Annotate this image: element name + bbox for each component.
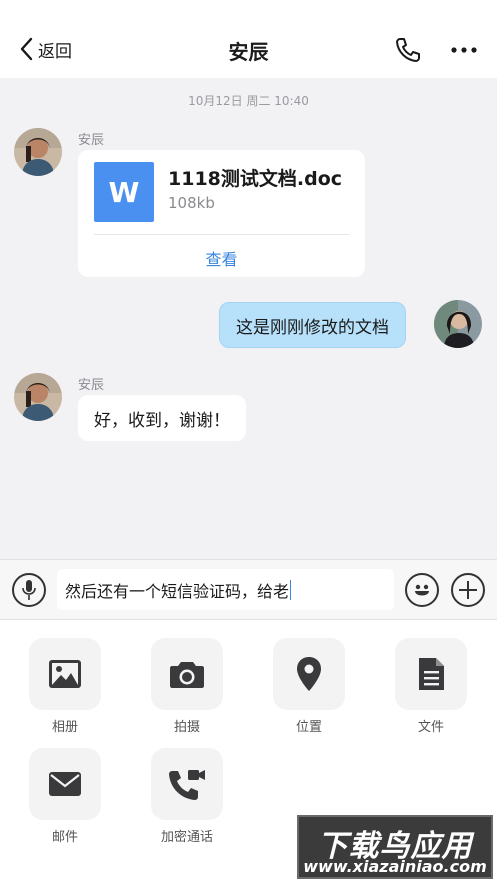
action-album[interactable]: 相册 bbox=[20, 638, 110, 735]
microphone-icon bbox=[22, 580, 36, 600]
my-avatar[interactable] bbox=[434, 300, 482, 348]
mail-icon bbox=[49, 772, 81, 796]
action-camera[interactable]: 拍摄 bbox=[142, 638, 232, 735]
action-tile bbox=[151, 638, 223, 710]
plus-icon bbox=[459, 581, 477, 599]
avatar-image bbox=[14, 128, 62, 176]
message-input[interactable]: 然后还有一个短信验证码，给老 bbox=[57, 569, 394, 610]
outgoing-message-bubble[interactable]: 这是刚刚修改的文档 bbox=[219, 302, 406, 348]
watermark-url: www.xiazainiao.com bbox=[303, 857, 487, 876]
more-actions-button[interactable] bbox=[451, 573, 485, 607]
avatar[interactable] bbox=[14, 373, 62, 421]
file-size: 108kb bbox=[168, 194, 215, 212]
action-tile bbox=[151, 748, 223, 820]
file-message-card[interactable]: W 1118测试文档.doc 108kb 查看 bbox=[78, 150, 365, 277]
nav-header: 返回 安辰 bbox=[0, 0, 497, 78]
chat-area[interactable]: 10月12日 周二 10:40 安辰 W 1118测试文档.doc 108kb … bbox=[0, 78, 497, 559]
avatar-image bbox=[14, 373, 62, 421]
camera-icon bbox=[170, 662, 204, 688]
action-label: 位置 bbox=[295, 720, 322, 735]
action-label: 文件 bbox=[417, 720, 444, 735]
phone-icon[interactable] bbox=[394, 36, 422, 64]
image-icon bbox=[49, 660, 81, 688]
divider bbox=[94, 234, 349, 235]
message-input-value: 然后还有一个短信验证码，给老 bbox=[65, 581, 290, 601]
action-mail[interactable]: 邮件 bbox=[20, 748, 110, 845]
message-text: 好，收到，谢谢！ bbox=[94, 410, 230, 431]
timestamp: 10月12日 周二 10:40 bbox=[188, 94, 309, 108]
action-encrypted-call[interactable]: 加密通话 bbox=[142, 748, 232, 845]
avatar[interactable] bbox=[14, 128, 62, 176]
action-label: 邮件 bbox=[51, 830, 78, 845]
action-tile bbox=[273, 638, 345, 710]
page-title: 安辰 bbox=[228, 40, 269, 64]
sender-name: 安辰 bbox=[78, 378, 105, 393]
video-call-icon bbox=[169, 770, 205, 800]
message-text: 这是刚刚修改的文档 bbox=[236, 317, 389, 338]
more-icon[interactable] bbox=[450, 46, 478, 54]
action-location[interactable]: 位置 bbox=[264, 638, 354, 735]
file-icon bbox=[419, 658, 444, 690]
action-tile bbox=[29, 748, 101, 820]
file-name: 1118测试文档.doc bbox=[168, 168, 343, 190]
action-file[interactable]: 文件 bbox=[386, 638, 476, 735]
word-file-icon: W bbox=[94, 162, 154, 222]
incoming-message-bubble[interactable]: 好，收到，谢谢！ bbox=[78, 395, 246, 441]
text-caret bbox=[290, 579, 292, 600]
action-tile bbox=[395, 638, 467, 710]
action-label: 拍摄 bbox=[173, 720, 200, 735]
message-input-bar: 然后还有一个短信验证码，给老 bbox=[0, 559, 497, 620]
location-pin-icon bbox=[297, 657, 321, 691]
action-tile bbox=[29, 638, 101, 710]
watermark-logo: 下载鸟应用 www.xiazainiao.com bbox=[297, 815, 493, 879]
view-file-button[interactable]: 查看 bbox=[78, 246, 365, 270]
action-label: 相册 bbox=[51, 720, 78, 735]
emoji-button[interactable] bbox=[405, 573, 439, 607]
emoji-icon bbox=[415, 584, 429, 596]
avatar-image bbox=[434, 300, 482, 348]
sender-name: 安辰 bbox=[78, 133, 105, 148]
voice-button[interactable] bbox=[12, 573, 46, 607]
action-label: 加密通话 bbox=[160, 830, 213, 845]
